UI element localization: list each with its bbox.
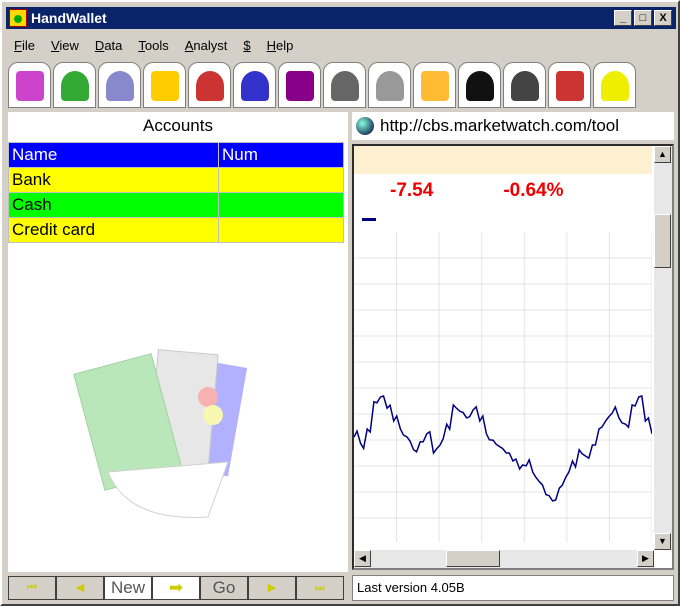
account-num[interactable] xyxy=(218,167,344,193)
prev-record-button[interactable]: ◀ xyxy=(56,576,104,600)
menu-view[interactable]: View xyxy=(51,38,79,53)
horizontal-scrollbar[interactable]: ◀ ▶ xyxy=(354,550,654,568)
legend-mark xyxy=(362,218,376,221)
vertical-scroll-thumb[interactable] xyxy=(654,214,671,268)
scroll-up-button[interactable]: ▲ xyxy=(654,146,671,163)
toolbar-button[interactable] xyxy=(368,62,411,108)
help-book-icon xyxy=(286,71,314,101)
change-value: -7.54 xyxy=(390,180,434,201)
globe-icon xyxy=(356,117,374,135)
menu-file[interactable]: File xyxy=(14,38,35,53)
bar-chart-icon xyxy=(196,71,224,101)
toolbar-button[interactable] xyxy=(323,62,366,108)
pie-chart-icon xyxy=(151,71,179,101)
line-chart-icon xyxy=(241,71,269,101)
account-num[interactable] xyxy=(218,192,344,218)
new-button[interactable]: New xyxy=(104,576,152,600)
toolbar-button[interactable] xyxy=(503,62,546,108)
price-chart xyxy=(354,232,652,542)
toolbar-button[interactable] xyxy=(593,62,636,108)
menu-dollar[interactable]: $ xyxy=(243,38,250,53)
menu-bar: File View Data Tools Analyst $ Help xyxy=(14,38,309,53)
toolbar-button[interactable] xyxy=(188,62,231,108)
url-text[interactable]: http://cbs.marketwatch.com/tool xyxy=(380,116,619,136)
cards-illustration xyxy=(73,349,248,518)
menu-tools[interactable]: Tools xyxy=(138,38,168,53)
table-row[interactable]: Cash xyxy=(8,192,344,218)
close-button[interactable]: X xyxy=(654,10,672,26)
camera-icon xyxy=(511,71,539,101)
toolbar-button[interactable] xyxy=(98,62,141,108)
change-percent: -0.64% xyxy=(503,180,564,201)
web-panel: http://cbs.marketwatch.com/tool -7.54 -0.… xyxy=(352,112,674,572)
last-record-button[interactable]: ⏭ xyxy=(296,576,344,600)
scroll-right-button[interactable]: ▶ xyxy=(637,550,654,567)
maximize-button[interactable]: □ xyxy=(634,10,652,26)
next-record-button[interactable]: ▶ xyxy=(248,576,296,600)
quote-header xyxy=(354,146,652,174)
table-row[interactable]: Credit card xyxy=(8,217,344,243)
toolbar xyxy=(8,62,636,108)
column-header-name[interactable]: Name xyxy=(8,142,219,168)
column-header-num[interactable]: Num xyxy=(218,142,344,168)
first-record-button[interactable]: ⏮ xyxy=(8,576,56,600)
shopping-bag-icon xyxy=(16,71,44,101)
go-button[interactable]: Go xyxy=(200,576,248,600)
account-name[interactable]: Bank xyxy=(8,167,219,193)
toolbar-button[interactable] xyxy=(278,62,321,108)
account-num[interactable] xyxy=(218,217,344,243)
folder-icon xyxy=(421,71,449,101)
menu-data[interactable]: Data xyxy=(95,38,122,53)
account-name[interactable]: Cash xyxy=(8,192,219,218)
toolbar-button[interactable] xyxy=(53,62,96,108)
arrow-button[interactable]: ➡ xyxy=(152,576,200,600)
url-bar[interactable]: http://cbs.marketwatch.com/tool xyxy=(352,112,674,140)
printer-icon xyxy=(376,71,404,101)
vertical-scrollbar[interactable]: ▲ ▼ xyxy=(654,146,672,550)
toolbar-button[interactable] xyxy=(413,62,456,108)
accounts-table: Name Num Bank Cash Credit card xyxy=(8,142,344,243)
toolbar-button[interactable] xyxy=(458,62,501,108)
account-name[interactable]: Credit card xyxy=(8,217,219,243)
accounts-title: Accounts xyxy=(143,116,213,135)
menu-help[interactable]: Help xyxy=(267,38,294,53)
toolbar-button[interactable] xyxy=(8,62,51,108)
record-navigation: ⏮ ◀ New ➡ Go ▶ ⏭ xyxy=(8,576,344,600)
minimize-button[interactable]: _ xyxy=(614,10,632,26)
app-icon xyxy=(9,9,27,27)
scroll-down-button[interactable]: ▼ xyxy=(654,533,671,550)
horizontal-scroll-thumb[interactable] xyxy=(446,550,500,567)
toolbar-button[interactable] xyxy=(143,62,186,108)
accounts-panel: Accounts Name Num Bank Cash Credit card xyxy=(8,112,348,572)
menu-analyst[interactable]: Analyst xyxy=(185,38,228,53)
title-bar: HandWallet _ □ X xyxy=(6,7,676,29)
scroll-left-button[interactable]: ◀ xyxy=(354,550,371,567)
notebook-icon xyxy=(556,71,584,101)
status-bar: Last version 4.05B xyxy=(352,575,674,601)
money-bag-icon xyxy=(61,71,89,101)
series-line xyxy=(354,395,652,502)
table-row[interactable]: Bank xyxy=(8,167,344,193)
app-window: HandWallet _ □ X File View Data Tools An… xyxy=(0,0,680,606)
documents-icon xyxy=(106,71,134,101)
browser-view: -7.54 -0.64% ▲ ▼ ◀ ▶ xyxy=(352,144,674,570)
computer-icon xyxy=(331,71,359,101)
window-title: HandWallet xyxy=(31,10,107,26)
question-icon xyxy=(601,71,629,101)
toolbar-button[interactable] xyxy=(233,62,276,108)
binoculars-icon xyxy=(466,71,494,101)
toolbar-button[interactable] xyxy=(548,62,591,108)
